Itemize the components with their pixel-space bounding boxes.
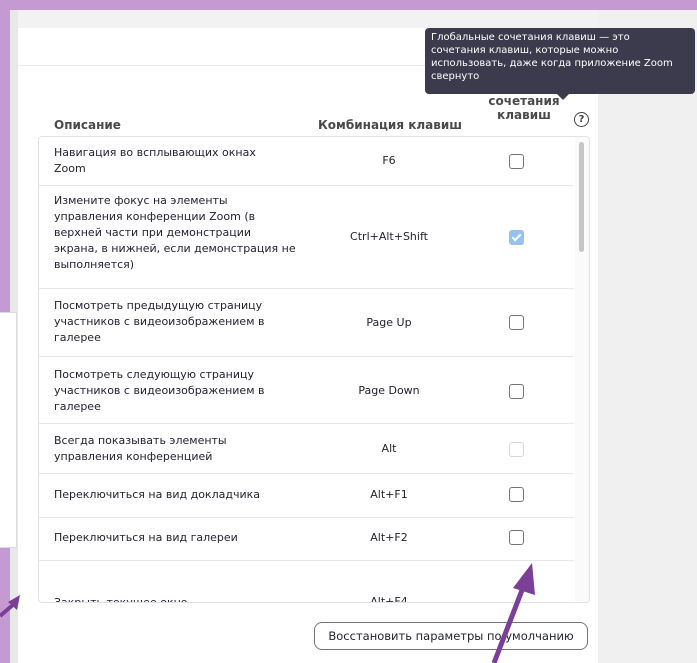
desc-line: Измените фокус на элементы [54, 194, 228, 207]
background-panel [0, 312, 17, 548]
row-description: Посмотреть следующую страницу участников… [54, 367, 299, 415]
row-combination: Page Down [358, 384, 420, 397]
column-header-description: Описание [54, 118, 121, 132]
desc-line: верхней части при демонстрации [54, 226, 252, 239]
global-shortcut-checkbox[interactable] [509, 442, 524, 457]
desc-line: выполняется) [54, 258, 135, 271]
row-description: Закрыть текущее окно [54, 595, 299, 603]
row-description: Навигация во всплывающих окнах Zoom [54, 145, 299, 177]
desc-line: экрана, в нижней, если демонстрация не [54, 242, 296, 255]
row-combination: Ctrl+Alt+Shift [350, 230, 428, 243]
question-circle-icon[interactable]: ? [574, 112, 589, 127]
column-header-global: сочетания клавиш [488, 94, 560, 122]
row-combination: Alt+F2 [370, 531, 408, 544]
desc-line: Всегда показывать элементы [54, 434, 227, 447]
tooltip-pointer [557, 94, 569, 100]
desc-line: Посмотреть следующую страницу [54, 368, 254, 381]
table-row: Посмотреть следующую страницу участников… [39, 356, 574, 424]
tooltip-line: сочетания клавиш, которые можно [431, 45, 619, 56]
right-background-pane [598, 10, 697, 663]
desc-line: Переключиться на вид докладчика [54, 488, 260, 501]
tooltip-line: свернуто [431, 71, 480, 82]
desc-line: галерее [54, 400, 101, 413]
annotation-frame-top [0, 0, 697, 10]
column-header-global-line1: сочетания [488, 94, 560, 108]
global-shortcut-checkbox[interactable] [509, 487, 524, 502]
desc-line: Навигация во всплывающих окнах [54, 146, 256, 159]
table-row: Посмотреть предыдущую страницу участнико… [39, 288, 574, 357]
desc-line: Закрыть текущее окно [54, 596, 188, 603]
global-shortcut-checkbox[interactable] [509, 384, 524, 399]
row-description: Всегда показывать элементы управления ко… [54, 433, 299, 465]
row-description: Переключиться на вид докладчика [54, 487, 299, 503]
row-description: Измените фокус на элементы управления ко… [54, 193, 299, 273]
row-combination: Alt+F4 [370, 595, 408, 603]
shortcuts-table: Навигация во всплывающих окнах Zoom F6 И… [38, 136, 590, 603]
table-row: Навигация во всплывающих окнах Zoom F6 [39, 137, 574, 186]
global-shortcut-checkbox[interactable] [509, 230, 524, 245]
table-row: Измените фокус на элементы управления ко… [39, 185, 574, 289]
table-row: Переключиться на вид докладчика Alt+F1 [39, 473, 574, 518]
global-shortcut-checkbox[interactable] [509, 315, 524, 330]
desc-line: управления конференцией [54, 450, 213, 463]
desc-line: Zoom [54, 162, 86, 175]
desc-line: Переключиться на вид галереи [54, 531, 238, 544]
column-header-global-line2: клавиш [497, 108, 551, 122]
row-combination: Alt [381, 442, 397, 455]
desc-line: галерее [54, 331, 101, 344]
tooltip-line: Глобальные сочетания клавиш — это [431, 32, 630, 43]
global-shortcut-checkbox[interactable] [509, 530, 524, 545]
annotation-arrow-left [0, 595, 20, 618]
desc-line: управления конференции Zoom (в [54, 210, 256, 223]
desc-line: Посмотреть предыдущую страницу [54, 299, 263, 312]
column-header-combination: Комбинация клавиш [318, 118, 462, 132]
scrollbar-thumb[interactable] [579, 142, 584, 252]
row-description: Переключиться на вид галереи [54, 530, 299, 546]
desc-line: участников с видеоизображением в [54, 315, 265, 328]
global-shortcuts-tooltip: Глобальные сочетания клавиш — это сочета… [425, 28, 695, 94]
row-description: Посмотреть предыдущую страницу участнико… [54, 298, 299, 346]
row-combination: Alt+F1 [370, 488, 408, 501]
row-combination: Page Up [366, 316, 412, 329]
table-row: Всегда показывать элементы управления ко… [39, 423, 574, 474]
row-combination: F6 [382, 154, 396, 167]
tooltip-line: использовать, даже когда приложение Zoom [431, 58, 673, 69]
global-shortcut-checkbox[interactable] [509, 154, 524, 169]
panel-top-bar [18, 10, 598, 28]
desc-line: участников с видеоизображением в [54, 384, 265, 397]
annotation-arrow-up [491, 563, 535, 663]
table-scrollbar[interactable] [575, 137, 589, 602]
